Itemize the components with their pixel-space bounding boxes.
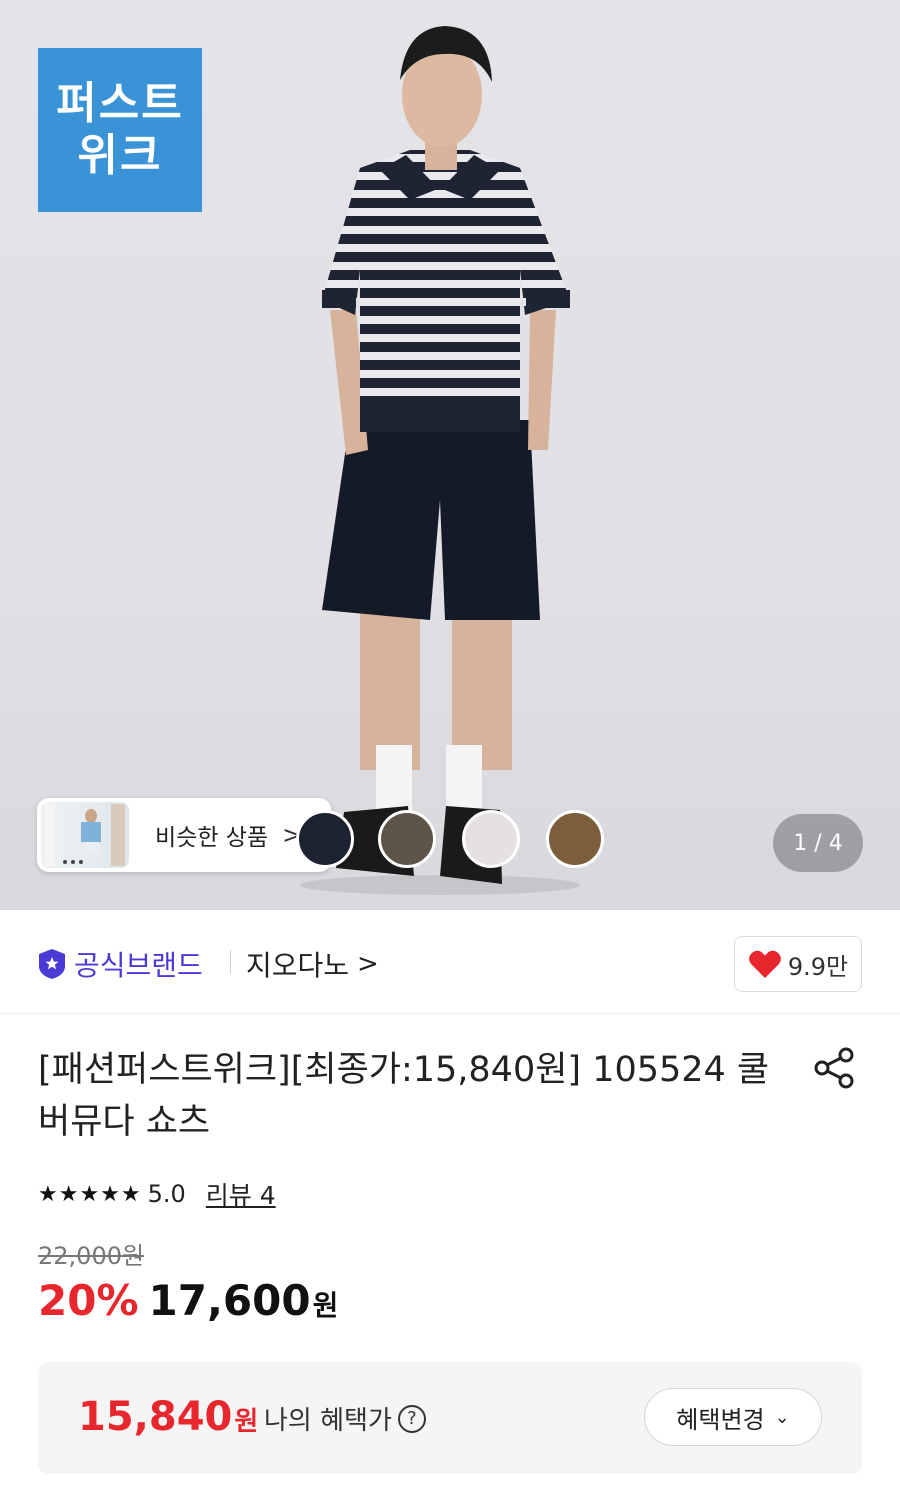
- chevron-down-icon: ⌄: [774, 1406, 790, 1428]
- original-price: 22,000원: [38, 1242, 145, 1270]
- benefit-label-text: 나의 혜택가: [264, 1406, 392, 1436]
- star-rating-icon: ★★★★★: [38, 1181, 142, 1207]
- product-title: [패션퍼스트위크][최종가:15,840원] 105524 쿨 버뮤다 쇼츠: [38, 1050, 770, 1142]
- color-swatch-brown[interactable]: [546, 810, 604, 868]
- rating-row: ★★★★★ 5.0 리뷰 4: [38, 1176, 276, 1212]
- color-swatch-light-gray[interactable]: [462, 810, 520, 868]
- like-button[interactable]: 9.9만: [734, 936, 862, 992]
- similar-products-thumbnail: [41, 802, 129, 868]
- divider: [230, 950, 231, 974]
- similar-products-label: 비슷한 상품: [155, 825, 269, 851]
- benefit-price: 15,840 원: [78, 1394, 258, 1440]
- brand-badge-line-1: 퍼스트: [56, 78, 184, 129]
- heart-icon: [748, 950, 781, 978]
- rating-value: 5.0: [147, 1180, 186, 1208]
- brand-badge: 퍼스트 위크: [38, 48, 202, 212]
- benefit-price-value: 15,840: [78, 1394, 233, 1440]
- benefit-price-box: 15,840 원 나의 혜택가 ? 혜택변경 ⌄: [38, 1362, 862, 1474]
- review-link[interactable]: 리뷰 4: [206, 1176, 276, 1212]
- official-brand-label: 공식브랜드: [74, 949, 203, 982]
- brand-row: 공식브랜드 지오다노 > 9.9만: [0, 910, 900, 1014]
- change-benefit-label: 혜택변경: [676, 1405, 765, 1434]
- official-shield-icon: [39, 949, 65, 979]
- share-icon[interactable]: [812, 1046, 856, 1090]
- official-brand-badge: 공식브랜드: [38, 944, 203, 984]
- change-benefit-button[interactable]: 혜택변경 ⌄: [644, 1388, 822, 1446]
- image-pager: 1 / 4: [773, 814, 863, 872]
- sale-price-currency: 원: [312, 1289, 339, 1322]
- help-icon[interactable]: ?: [397, 1404, 426, 1433]
- brand-store-link[interactable]: 지오다노 >: [246, 944, 379, 984]
- product-image-carousel[interactable]: 퍼스트 위크 비슷한 상품 > 1 / 4: [0, 0, 900, 910]
- price-row: 20% 17,600 원: [38, 1276, 338, 1325]
- chevron-right-icon: >: [357, 949, 379, 979]
- sale-price: 17,600: [148, 1276, 311, 1325]
- like-count: 9.9만: [787, 952, 849, 981]
- benefit-price-currency: 원: [234, 1407, 259, 1437]
- similar-products-button[interactable]: 비슷한 상품 >: [37, 798, 331, 872]
- benefit-label: 나의 혜택가 ?: [264, 1400, 426, 1437]
- color-swatch-navy[interactable]: [296, 810, 354, 868]
- brand-store-name: 지오다노: [246, 949, 350, 982]
- discount-rate: 20%: [38, 1276, 139, 1325]
- brand-badge-line-2: 위크: [77, 130, 163, 181]
- color-swatch-khaki[interactable]: [378, 810, 436, 868]
